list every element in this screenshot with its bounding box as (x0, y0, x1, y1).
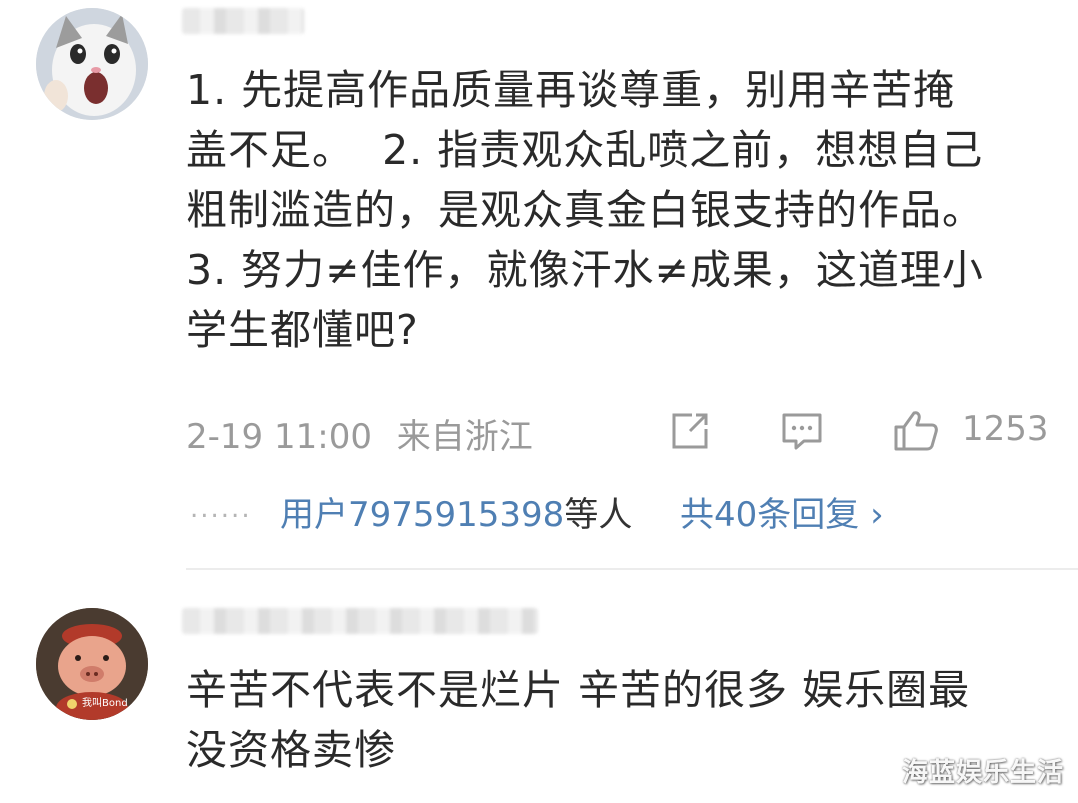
comment-meta: 2-19 11:00 来自浙江 1253 (186, 405, 1056, 458)
avatar[interactable]: 我叫Bond (36, 608, 148, 720)
like-count: 1253 (962, 409, 1049, 449)
share-icon[interactable] (668, 409, 712, 453)
view-replies-link[interactable]: 共40条回复 › (680, 487, 884, 536)
username-blurred[interactable] (182, 8, 304, 34)
comment-date: 2-19 11:00 (186, 417, 372, 457)
avatar-caption: 我叫Bond (82, 698, 128, 709)
comment-location: 来自浙江 (396, 417, 533, 457)
comment-item: 1. 先提高作品质量再谈尊重，别用辛苦掩 盖不足。 2. 指责观众乱喷之前，想想… (0, 0, 1078, 570)
watermark: 海蓝娱乐生活 (901, 758, 1064, 788)
comment-icon[interactable] (780, 409, 824, 453)
reply-user-link[interactable]: 用户7975915398 (280, 495, 564, 535)
reply-users[interactable]: 用户7975915398等人 (280, 487, 632, 536)
cat-avatar-icon (36, 8, 148, 120)
reply-users-suffix: 等人 (564, 495, 633, 535)
replies-dots: ...... (190, 494, 252, 524)
thumbs-up-icon[interactable] (892, 409, 940, 453)
username-blurred[interactable] (182, 608, 538, 634)
comment-text: 1. 先提高作品质量再谈尊重，别用辛苦掩 盖不足。 2. 指责观众乱喷之前，想想… (186, 66, 984, 354)
avatar[interactable] (36, 8, 148, 120)
comment-timestamp: 2-19 11:00 来自浙江 (186, 409, 533, 458)
